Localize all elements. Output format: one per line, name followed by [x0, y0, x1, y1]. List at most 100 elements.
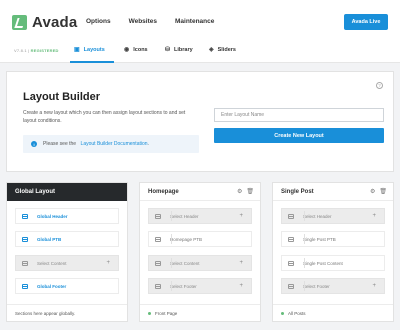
info-prefix: Please see the [43, 141, 77, 147]
slot-label: Select Content [37, 260, 67, 266]
add-icon[interactable]: + [372, 283, 376, 289]
slot-footer[interactable]: Global Footer [15, 278, 119, 294]
slot-footer[interactable]: Select Footer + [148, 278, 252, 294]
tab-layouts-label: Layouts [83, 46, 105, 53]
slot-ptb[interactable]: Homepage PTB [148, 231, 252, 247]
header-section-icon [288, 213, 294, 219]
card-footer-text: Front Page [155, 311, 178, 316]
layout-card-global: Global Layout Global Header Global PTB S… [6, 182, 128, 322]
slot-label: Single Post Content [303, 260, 343, 266]
slot-label: Global Footer [37, 283, 67, 289]
layout-card-homepage: Homepage ⚙ 🗑 Select Header + Homepage PT… [139, 182, 261, 322]
slot-label: Homepage PTB [170, 236, 203, 242]
settings-gear-icon[interactable]: ⚙ [237, 188, 242, 195]
tab-icons[interactable]: ◉ Icons [124, 46, 148, 54]
brand-name: Avada [32, 14, 78, 31]
content-section-icon [22, 260, 28, 266]
ptb-section-icon [22, 236, 28, 242]
slot-label: Select Footer [303, 283, 330, 289]
tab-icons-label: Icons [133, 46, 148, 53]
slot-label: Global Header [37, 213, 68, 219]
slot-label: Select Header [170, 213, 199, 219]
add-icon[interactable]: + [239, 283, 243, 289]
layouts-icon: ▣ [74, 47, 80, 53]
slot-label: Single Post PTB [303, 236, 336, 242]
slot-label: Global PTB [37, 236, 62, 242]
icons-icon: ◉ [124, 47, 130, 53]
slot-divider [171, 234, 172, 244]
layout-name-input[interactable] [214, 108, 384, 122]
avada-live-button[interactable]: Avada Live [344, 14, 388, 30]
slot-header[interactable]: Select Header + [148, 208, 252, 224]
card-title: Single Post [281, 189, 314, 195]
card-header: Homepage ⚙ 🗑 [140, 183, 260, 201]
nav-websites[interactable]: Websites [129, 18, 157, 25]
footer-section-icon [288, 283, 294, 289]
nav-options[interactable]: Options [86, 18, 111, 25]
card-footer: All Posts [273, 304, 393, 322]
version-status: V7.8.1 | REGISTERED [14, 48, 59, 53]
info-suffix: . [147, 141, 149, 147]
create-layout-button[interactable]: Create New Layout [214, 128, 384, 143]
builder-description: Create a new layout which you can then a… [23, 110, 186, 124]
add-icon[interactable]: + [239, 260, 243, 266]
settings-gear-icon[interactable]: ⚙ [370, 188, 375, 195]
library-icon: ⛁ [165, 47, 171, 53]
help-icon[interactable]: ? [376, 82, 383, 89]
slot-ptb[interactable]: Single Post PTB [281, 231, 385, 247]
version-label: V7.8.1 [14, 48, 27, 53]
slot-content[interactable]: Select Content + [148, 255, 252, 271]
nav-maintenance[interactable]: Maintenance [175, 18, 214, 25]
card-footer: Sections here appear globally. [7, 304, 127, 322]
footer-section-icon [22, 283, 28, 289]
delete-icon[interactable]: 🗑 [379, 188, 387, 195]
slot-divider [171, 211, 172, 221]
top-nav: Options Websites Maintenance [86, 18, 232, 25]
tab-layouts[interactable]: ▣ Layouts [74, 46, 105, 54]
card-title: Global Layout [15, 189, 56, 195]
documentation-link[interactable]: Layout Builder Documentation [81, 141, 148, 147]
slot-divider [304, 258, 305, 268]
ptb-section-icon [288, 236, 294, 242]
slot-divider [304, 281, 305, 291]
card-header: Single Post ⚙ 🗑 [273, 183, 393, 201]
tab-library[interactable]: ⛁ Library [165, 46, 193, 54]
card-title: Homepage [148, 189, 179, 195]
registered-status: REGISTERED [30, 48, 59, 53]
avada-logo[interactable]: Avada [12, 14, 77, 31]
card-footer-text: All Posts [288, 311, 306, 316]
layout-card-single-post: Single Post ⚙ 🗑 Select Header + Single P… [272, 182, 394, 322]
sub-nav: V7.8.1 | REGISTERED ▣ Layouts ◉ Icons ⛁ … [0, 37, 400, 63]
slot-content[interactable]: Single Post Content [281, 255, 385, 271]
card-header: Global Layout [7, 183, 127, 201]
add-icon[interactable]: + [372, 213, 376, 219]
content-section-icon [155, 260, 161, 266]
avada-logo-icon [12, 15, 27, 30]
slot-ptb[interactable]: Global PTB [15, 231, 119, 247]
builder-title: Layout Builder [23, 91, 101, 103]
slot-divider [304, 211, 305, 221]
slot-divider [171, 281, 172, 291]
tab-library-label: Library [174, 46, 193, 53]
slot-label: Select Footer [170, 283, 197, 289]
slot-header[interactable]: Select Header + [281, 208, 385, 224]
add-icon[interactable]: + [239, 213, 243, 219]
card-footer: Front Page [140, 304, 260, 322]
add-icon[interactable]: + [106, 260, 110, 266]
card-footer-text: Sections here appear globally. [15, 311, 76, 316]
card-actions: ⚙ 🗑 [366, 188, 387, 195]
ptb-section-icon [155, 236, 161, 242]
slot-content[interactable]: Select Content + [15, 255, 119, 271]
delete-icon[interactable]: 🗑 [246, 188, 254, 195]
condition-dot-icon [148, 312, 151, 315]
tab-sliders[interactable]: ◈ Sliders [209, 46, 236, 54]
slot-footer[interactable]: Select Footer + [281, 278, 385, 294]
header-section-icon [22, 213, 28, 219]
info-notice: i Please see the Layout Builder Document… [23, 135, 199, 153]
footer-section-icon [155, 283, 161, 289]
slot-header[interactable]: Global Header [15, 208, 119, 224]
condition-dot-icon [281, 312, 284, 315]
tab-sliders-label: Sliders [217, 46, 236, 53]
content-section-icon [288, 260, 294, 266]
info-icon: i [31, 141, 37, 147]
